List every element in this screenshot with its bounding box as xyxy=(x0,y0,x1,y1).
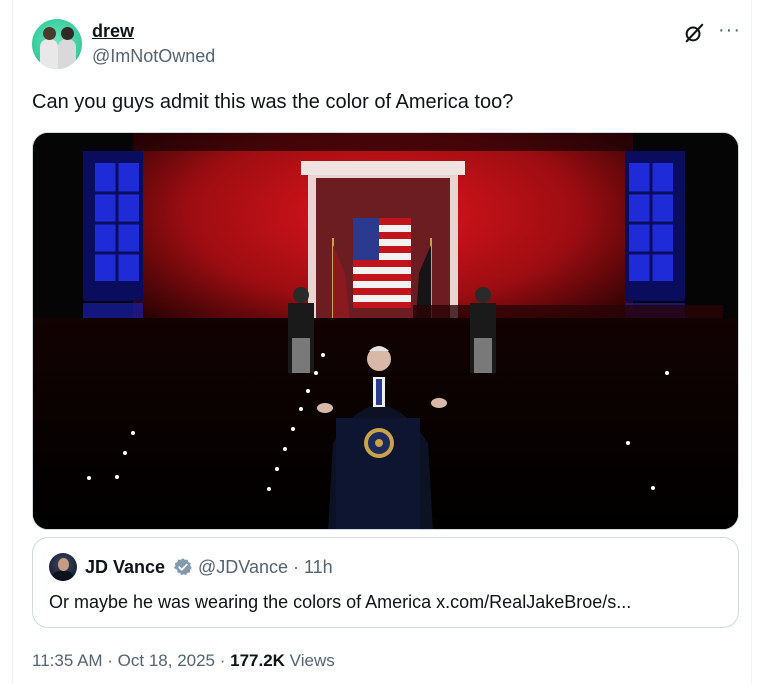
avatar-head-right xyxy=(61,27,74,40)
author-handle[interactable]: @ImNotOwned xyxy=(92,46,215,67)
quoted-tweet[interactable]: JD Vance @JDVance · 11h Or maybe he was … xyxy=(32,537,739,628)
tweet-text: Can you guys admit this was the color of… xyxy=(32,91,514,113)
verified-badge-icon xyxy=(173,558,192,576)
quote-author-avatar[interactable] xyxy=(49,553,77,581)
tweet-timestamp[interactable]: 11:35 AM · Oct 18, 2025 · xyxy=(32,651,230,670)
avatar-head-left xyxy=(43,27,56,40)
more-options-icon[interactable]: ··· xyxy=(718,20,741,40)
photo-scene xyxy=(33,133,738,529)
views-count: 177.2K xyxy=(230,651,285,670)
tweet-photo[interactable] xyxy=(32,132,739,530)
quote-text: Or maybe he was wearing the colors of Am… xyxy=(49,592,632,612)
avatar-figure-left xyxy=(40,39,58,69)
grok-icon[interactable] xyxy=(683,22,705,44)
author-avatar[interactable] xyxy=(32,19,82,69)
views-label: Views xyxy=(284,651,335,670)
quote-author-name[interactable]: JD Vance xyxy=(85,557,165,578)
tweet-meta: 11:35 AM · Oct 18, 2025 · 177.2K Views xyxy=(32,651,335,671)
avatar-figure-right xyxy=(58,39,76,69)
author-display-name[interactable]: drew xyxy=(92,21,134,42)
quote-author-handle-time[interactable]: @JDVance · 11h xyxy=(198,557,333,578)
